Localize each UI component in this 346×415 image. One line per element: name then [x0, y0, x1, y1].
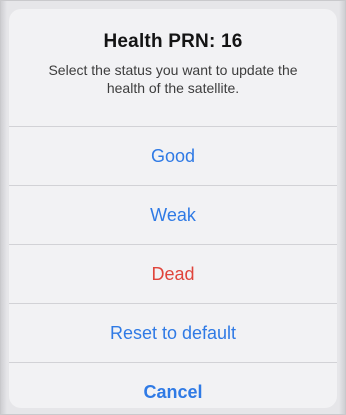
good-button[interactable]: Good: [9, 127, 337, 186]
screen: Health PRN: 16 Select the status you wan…: [0, 0, 346, 415]
dead-button[interactable]: Dead: [9, 245, 337, 304]
alert-title: Health PRN: 16: [103, 31, 243, 52]
weak-button[interactable]: Weak: [9, 186, 337, 245]
reset-to-default-button[interactable]: Reset to default: [9, 304, 337, 363]
background-edge-left: [1, 1, 7, 414]
cancel-button[interactable]: Cancel: [9, 363, 337, 408]
action-sheet-header: Health PRN: 16 Select the status you wan…: [9, 9, 337, 127]
alert-message: Select the status you want to update the…: [48, 62, 298, 96]
background-edge-right: [339, 1, 345, 414]
action-sheet: Health PRN: 16 Select the status you wan…: [9, 9, 337, 408]
